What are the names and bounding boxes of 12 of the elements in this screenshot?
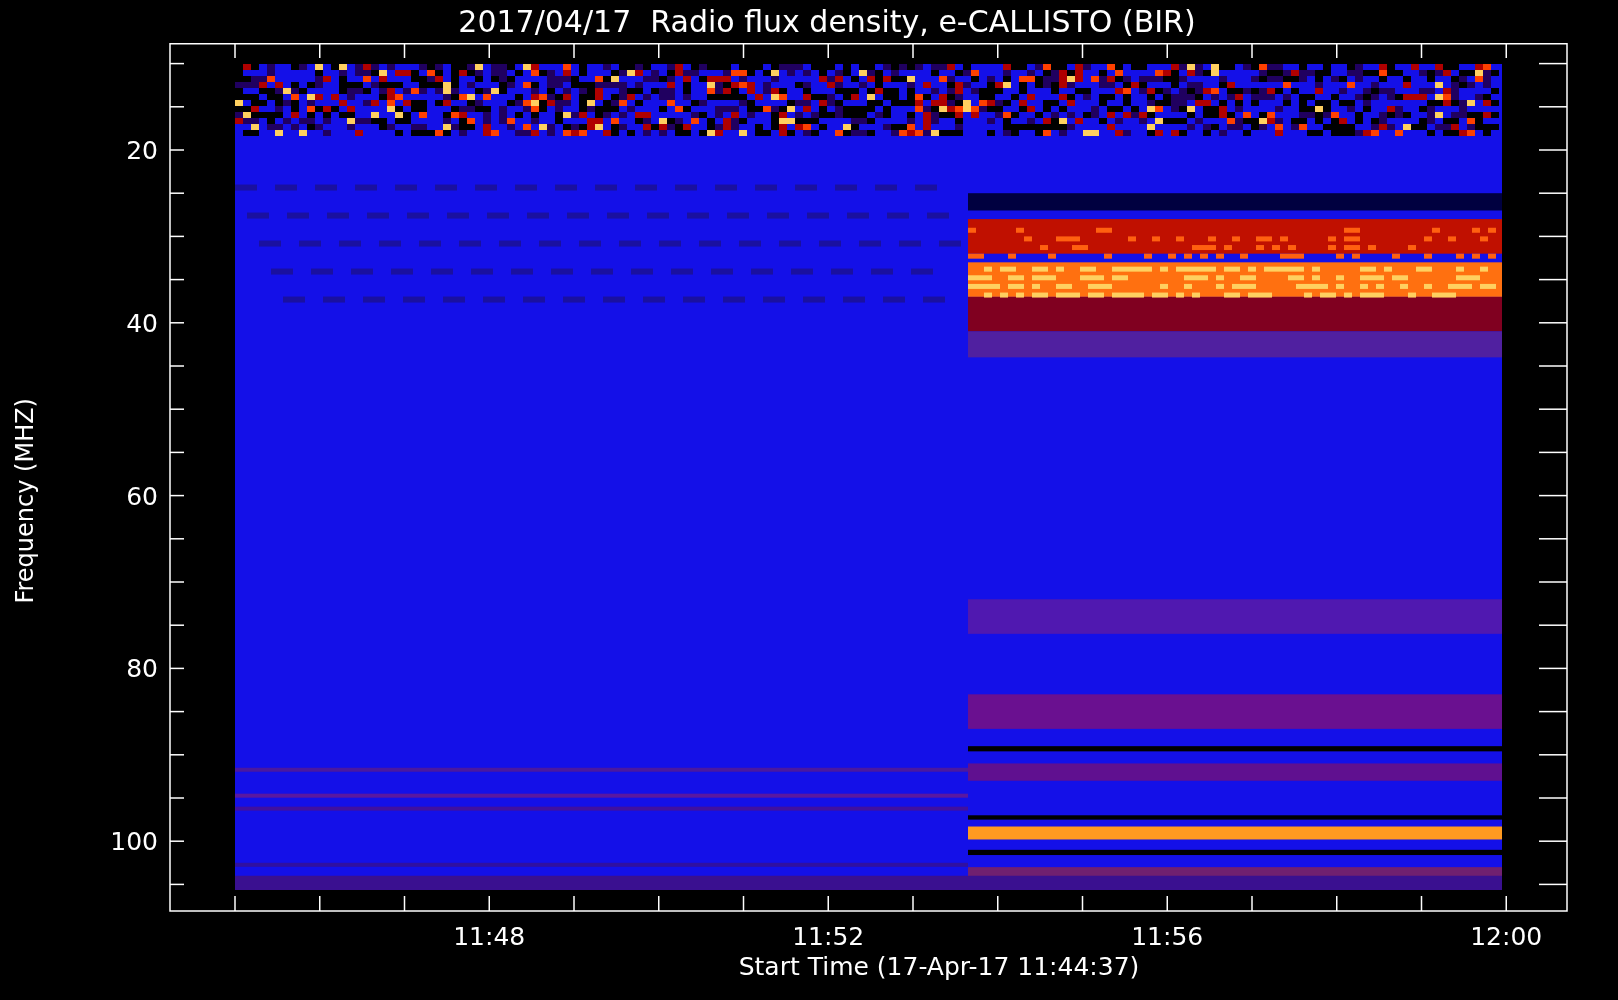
x-tick-label: 12:00 — [1470, 922, 1543, 951]
y-tick-label: 20 — [126, 136, 158, 165]
y-axis-label: Frequency (MHZ) — [11, 398, 39, 604]
y-tick-label: 40 — [126, 308, 158, 338]
y-tick-label: 60 — [126, 481, 158, 511]
x-tick-label: 11:56 — [1131, 922, 1204, 951]
x-axis-label: Start Time (17-Apr-17 11:44:37) — [737, 952, 1141, 981]
x-tick-label: 11:48 — [453, 922, 526, 951]
x-tick-label: 11:52 — [792, 922, 865, 951]
y-tick-label: 80 — [126, 654, 158, 684]
y-tick-label: 100 — [110, 827, 158, 857]
chart-title: 2017/04/17 Radio flux density, e-CALLISTO (BIR) — [457, 3, 1197, 41]
